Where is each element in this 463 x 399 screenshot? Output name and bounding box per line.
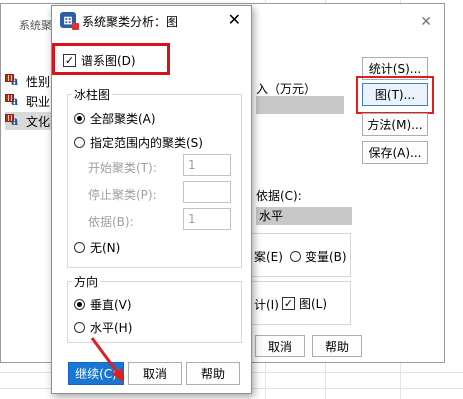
variable-item[interactable]: a 性别 bbox=[5, 72, 50, 90]
back-close-icon[interactable]: ✕ bbox=[420, 14, 432, 30]
plots-highlight-box bbox=[356, 76, 434, 114]
vertical-radio[interactable]: 垂直(V) bbox=[74, 296, 132, 313]
radio-selected-icon bbox=[74, 299, 85, 310]
screen: 系统聚 ✕ a 性别 a 职业 a 文化 入（万元） 统计(S)... 图(T)… bbox=[0, 0, 463, 399]
back-dialog-title: 系统聚 bbox=[19, 19, 52, 32]
radio-icon bbox=[74, 322, 85, 333]
app-icon: ⊞ bbox=[60, 12, 79, 30]
cluster-cases-option[interactable]: 案(E) bbox=[254, 248, 283, 265]
cluster-group: 案(E) 变量(B) bbox=[251, 233, 351, 277]
horizontal-radio[interactable]: 水平(H) bbox=[74, 319, 132, 336]
nominal-variable-icon: a bbox=[5, 93, 22, 109]
range-clusters-radio[interactable]: 指定范围内的聚类(S) bbox=[74, 134, 203, 151]
variable-label: 性别 bbox=[26, 74, 51, 89]
variables-listbox[interactable] bbox=[256, 96, 344, 114]
dendrogram-checkbox[interactable]: ✓ 谱系图(D) bbox=[63, 52, 136, 69]
stop-cluster-input[interactable] bbox=[183, 181, 231, 203]
back-help-button[interactable]: 帮助 bbox=[312, 335, 362, 357]
radio-icon bbox=[74, 137, 85, 148]
plots-dialog-title-bar: ⊞ 系统聚类分析：图 ✕ bbox=[52, 6, 251, 34]
checkbox-checked-icon: ✓ bbox=[63, 54, 76, 67]
income-variable-label: 入（万元） bbox=[256, 82, 317, 96]
nominal-variable-icon: a bbox=[5, 73, 22, 89]
label-cases-field[interactable]: 水平 bbox=[256, 207, 352, 225]
radio-selected-icon bbox=[74, 113, 85, 124]
display-group: 计(I) ✓ 图(L) bbox=[251, 281, 351, 325]
close-icon[interactable]: ✕ bbox=[228, 10, 241, 29]
variable-label: 文化 bbox=[26, 114, 51, 129]
all-clusters-radio[interactable]: 全部聚类(A) bbox=[74, 110, 156, 127]
help-button[interactable]: 帮助 bbox=[186, 362, 240, 385]
label-cases-by-label: 依据(C): bbox=[256, 189, 302, 203]
checkbox-checked-icon: ✓ bbox=[282, 297, 295, 310]
icicle-group-title: 冰柱图 bbox=[72, 86, 113, 103]
display-statistics-option[interactable]: 计(I) bbox=[254, 296, 279, 313]
cancel-button[interactable]: 取消 bbox=[128, 362, 182, 385]
variable-item[interactable]: a 职业 bbox=[5, 92, 50, 110]
stop-cluster-label: 停止聚类(P): bbox=[88, 188, 157, 202]
back-cancel-button[interactable]: 取消 bbox=[255, 335, 305, 357]
method-button[interactable]: 方法(M)... bbox=[362, 113, 428, 136]
orientation-group-title: 方向 bbox=[72, 273, 101, 290]
display-plots-option[interactable]: ✓ 图(L) bbox=[282, 295, 327, 312]
dendrogram-label: 谱系图(D) bbox=[81, 54, 136, 68]
none-radio[interactable]: 无(N) bbox=[74, 239, 120, 256]
radio-icon bbox=[290, 251, 301, 262]
plots-dialog: ⊞ 系统聚类分析：图 ✕ ✓ 谱系图(D) 冰柱图 全部聚类(A) 指定范围内的… bbox=[51, 5, 252, 394]
red-arrow-icon bbox=[90, 337, 124, 383]
radio-icon bbox=[74, 242, 85, 253]
start-cluster-input[interactable]: 1 bbox=[183, 154, 231, 176]
cluster-variables-option[interactable]: 变量(B) bbox=[290, 248, 347, 265]
by-input[interactable]: 1 bbox=[183, 208, 231, 230]
variable-label: 职业 bbox=[26, 94, 51, 109]
dialog-title: 系统聚类分析：图 bbox=[82, 15, 179, 29]
by-label: 依据(B): bbox=[88, 215, 134, 229]
save-button[interactable]: 保存(A)... bbox=[362, 141, 428, 164]
start-cluster-label: 开始聚类(T): bbox=[88, 161, 157, 175]
nominal-variable-icon: a bbox=[5, 113, 22, 129]
